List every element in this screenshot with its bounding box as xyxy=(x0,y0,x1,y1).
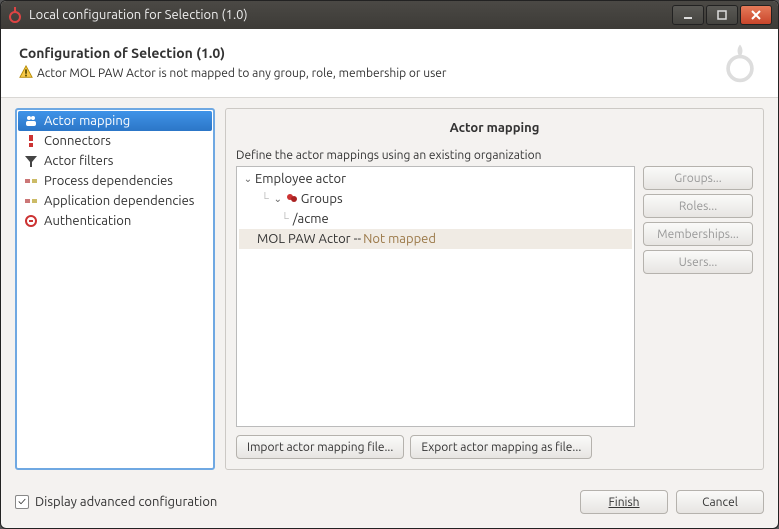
sidebar-item-label: Actor filters xyxy=(44,154,113,168)
tree-guide: └ xyxy=(281,213,289,225)
roles-button[interactable]: Roles... xyxy=(643,194,753,218)
tree-guide: └ xyxy=(261,193,269,205)
sidebar-item-label: Authentication xyxy=(44,214,131,228)
tree-row-groups[interactable]: └ ⌄ Groups xyxy=(239,189,632,209)
actors-icon xyxy=(24,114,38,128)
header: Configuration of Selection (1.0) Actor M… xyxy=(1,29,778,98)
titlebar-buttons xyxy=(670,5,772,25)
connector-icon xyxy=(24,134,38,148)
window-title: Local configuration for Selection (1.0) xyxy=(29,8,670,22)
sidebar-item-actor-mapping[interactable]: Actor mapping xyxy=(18,111,212,131)
tree-label: MOL PAW Actor -- xyxy=(257,232,361,246)
checkbox-label: Display advanced configuration xyxy=(35,495,217,509)
export-mapping-button[interactable]: Export actor mapping as file... xyxy=(410,435,592,459)
dialog-window: Local configuration for Selection (1.0) … xyxy=(0,0,779,529)
mapping-buttons: Groups... Roles... Memberships... Users.… xyxy=(643,166,753,427)
sidebar-item-application-dependencies[interactable]: Application dependencies xyxy=(18,191,212,211)
page-title: Configuration of Selection (1.0) xyxy=(19,45,716,61)
groups-button[interactable]: Groups... xyxy=(643,166,753,190)
tree-row-mol-paw-actor[interactable]: MOL PAW Actor -- Not mapped xyxy=(239,229,632,249)
checkbox-icon: ✓ xyxy=(15,495,29,509)
sidebar-item-actor-filters[interactable]: Actor filters xyxy=(18,151,212,171)
dependency-icon xyxy=(24,174,38,188)
sidebar-item-label: Application dependencies xyxy=(44,194,194,208)
sidebar-item-label: Process dependencies xyxy=(44,174,173,188)
import-mapping-button[interactable]: Import actor mapping file... xyxy=(236,435,404,459)
warning-text: Actor MOL PAW Actor is not mapped to any… xyxy=(37,67,446,80)
warning-row: Actor MOL PAW Actor is not mapped to any… xyxy=(19,65,716,82)
filter-icon xyxy=(24,154,38,168)
not-mapped-note: Not mapped xyxy=(363,232,436,246)
chevron-down-icon[interactable]: ⌄ xyxy=(243,173,253,185)
close-button[interactable] xyxy=(740,5,772,25)
brand-logo-icon xyxy=(716,39,764,87)
cancel-button[interactable]: Cancel xyxy=(676,490,764,514)
panel-description: Define the actor mappings using an exist… xyxy=(236,149,753,162)
content: Actor mapping Connectors Actor filters P… xyxy=(1,98,778,480)
users-button[interactable]: Users... xyxy=(643,250,753,274)
auth-icon xyxy=(24,214,38,228)
panel-title: Actor mapping xyxy=(236,121,753,135)
tree-row-acme[interactable]: └ /acme xyxy=(239,209,632,229)
sidebar-item-label: Actor mapping xyxy=(44,114,130,128)
sidebar: Actor mapping Connectors Actor filters P… xyxy=(15,108,215,470)
sidebar-item-label: Connectors xyxy=(44,134,111,148)
tree-row-employee-actor[interactable]: ⌄ Employee actor xyxy=(239,169,632,189)
chevron-down-icon[interactable]: ⌄ xyxy=(273,193,283,205)
sidebar-item-connectors[interactable]: Connectors xyxy=(18,131,212,151)
tree-label: /acme xyxy=(293,212,329,226)
minimize-button[interactable] xyxy=(672,5,704,25)
titlebar[interactable]: Local configuration for Selection (1.0) xyxy=(1,1,778,29)
footer: ✓ Display advanced configuration Finish … xyxy=(1,480,778,528)
group-icon xyxy=(285,192,299,206)
sidebar-item-process-dependencies[interactable]: Process dependencies xyxy=(18,171,212,191)
maximize-button[interactable] xyxy=(706,5,738,25)
actor-tree[interactable]: ⌄ Employee actor └ ⌄ Groups └ /acme M xyxy=(236,166,635,427)
warning-icon xyxy=(19,65,33,82)
tree-label: Employee actor xyxy=(255,172,346,186)
tree-label: Groups xyxy=(301,192,343,206)
app-icon xyxy=(7,7,23,23)
dependency-icon xyxy=(24,194,38,208)
main-panel: Actor mapping Define the actor mappings … xyxy=(225,108,764,470)
advanced-config-checkbox[interactable]: ✓ Display advanced configuration xyxy=(15,495,217,509)
sidebar-item-authentication[interactable]: Authentication xyxy=(18,211,212,231)
memberships-button[interactable]: Memberships... xyxy=(643,222,753,246)
finish-button[interactable]: Finish xyxy=(580,490,668,514)
